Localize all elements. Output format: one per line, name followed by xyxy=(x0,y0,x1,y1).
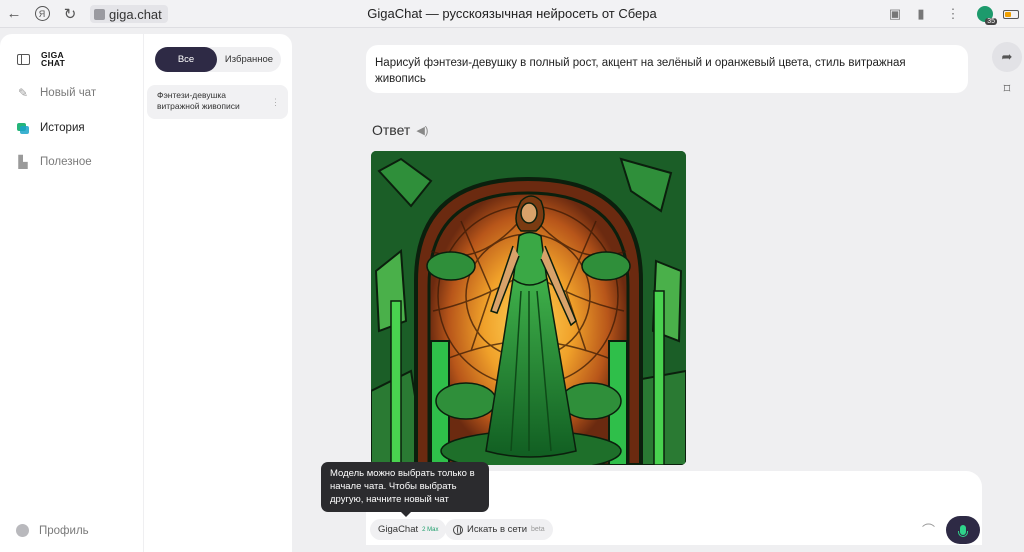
beta-badge: beta xyxy=(531,526,545,533)
sidebar-item-label: Новый чат xyxy=(40,87,97,99)
speaker-icon[interactable]: ◀) xyxy=(416,124,428,137)
sidebar-item-label: Полезное xyxy=(40,156,92,168)
history-column: Все Избранное Фэнтези-девушка витражной … xyxy=(145,34,292,552)
answer-header: Ответ ◀) xyxy=(372,122,428,138)
browser-toolbar: ← Я ↻ giga.chat GigaChat — русскоязычная… xyxy=(0,0,1024,28)
extension-badge: 35 xyxy=(985,18,997,25)
yandex-icon[interactable]: Я xyxy=(28,0,56,28)
profile-label: Профиль xyxy=(39,524,89,537)
web-search-label: Искать в сети xyxy=(467,524,528,535)
address-bar[interactable]: giga.chat xyxy=(90,5,168,23)
history-icon xyxy=(16,121,30,135)
history-filter-tabs: Все Избранное xyxy=(155,47,281,72)
web-search-chip[interactable]: Искать в сети beta xyxy=(445,519,553,540)
model-selector-chip[interactable]: GigaChat 2 Max xyxy=(370,519,447,540)
attach-icon[interactable]: ⌒ xyxy=(922,520,935,539)
sidebar-item-useful[interactable]: ▙ Полезное xyxy=(16,155,92,169)
generated-image[interactable] xyxy=(371,151,686,465)
useful-icon: ▙ xyxy=(18,155,28,169)
battery-icon xyxy=(998,0,1024,28)
reload-icon[interactable]: ↻ xyxy=(56,0,84,28)
gigachat-logo[interactable]: GIGA CHAT xyxy=(41,51,65,67)
profile-button[interactable]: Профиль xyxy=(16,524,89,537)
history-item-title: Фэнтези-девушка xyxy=(157,90,227,100)
reader-mode-icon[interactable]: ▣ xyxy=(882,0,908,28)
history-item[interactable]: Фэнтези-девушка витражной живописи ⋮ xyxy=(147,85,288,119)
right-actions: ➦ ⌑ xyxy=(992,42,1022,97)
sidebar-item-label: История xyxy=(40,122,85,134)
globe-icon xyxy=(453,524,463,535)
model-tooltip: Модель можно выбрать только в начале чат… xyxy=(321,462,489,517)
tab-favorites[interactable]: Избранное xyxy=(217,47,281,72)
back-arrow-icon[interactable]: ← xyxy=(0,0,28,28)
bookmark-tab-icon[interactable]: ▮ xyxy=(908,0,934,28)
sidebar-toggle-icon[interactable] xyxy=(16,53,30,67)
model-badge: 2 Max xyxy=(422,526,439,533)
history-item-title: витражной живописи xyxy=(157,100,240,111)
app-sidebar: GIGA CHAT ✎ Новый чат История ▙ Полезное… xyxy=(0,34,292,552)
bookmark-icon[interactable]: ⌑ xyxy=(1004,81,1011,97)
tab-all[interactable]: Все xyxy=(155,47,217,72)
model-chip-label: GigaChat xyxy=(378,524,419,535)
lock-icon xyxy=(94,8,105,20)
answer-label: Ответ xyxy=(372,122,411,138)
microphone-icon xyxy=(958,525,968,537)
address-text: giga.chat xyxy=(109,6,162,22)
user-message: Нарисуй фэнтези-девушку в полный рост, а… xyxy=(366,45,968,93)
menu-dots-icon[interactable]: ⋮ xyxy=(940,0,966,28)
share-icon[interactable]: ➦ xyxy=(992,42,1022,72)
avatar xyxy=(16,524,29,537)
more-options-icon[interactable]: ⋮ xyxy=(271,97,280,108)
pencil-icon: ✎ xyxy=(17,86,29,100)
sidebar-item-new-chat[interactable]: ✎ Новый чат xyxy=(16,86,96,100)
nav-column: GIGA CHAT ✎ Новый чат История ▙ Полезное… xyxy=(0,34,144,552)
sidebar-item-history[interactable]: История xyxy=(16,121,85,135)
voice-input-button[interactable] xyxy=(946,516,980,544)
extension-icon[interactable]: 35 xyxy=(972,0,998,28)
